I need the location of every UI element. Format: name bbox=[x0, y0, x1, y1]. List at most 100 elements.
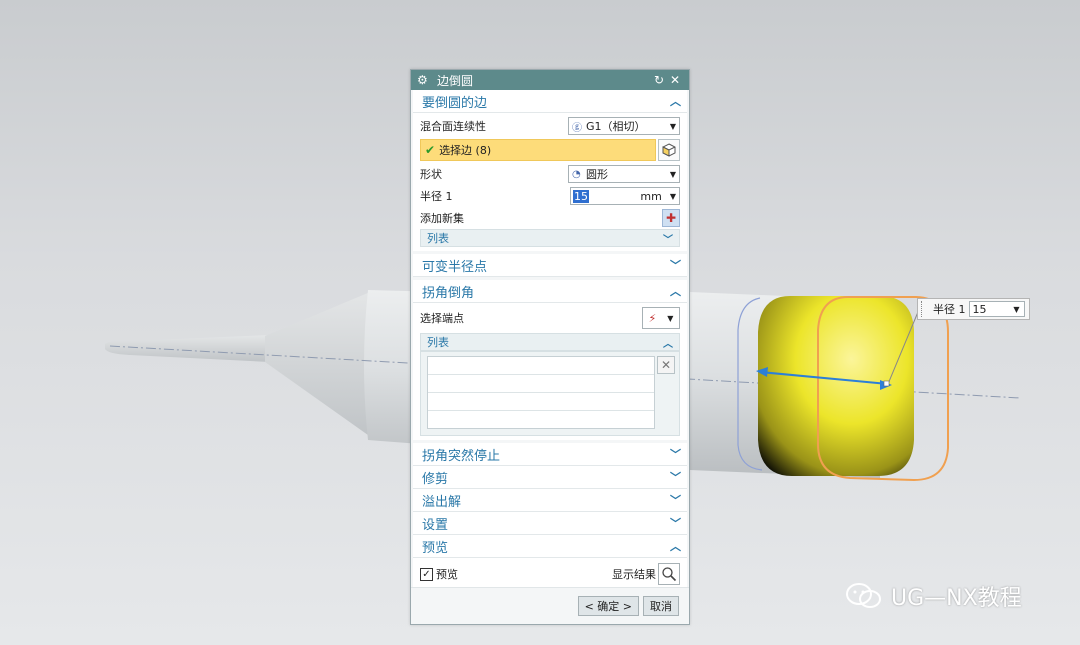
delete-button[interactable]: ✕ bbox=[657, 356, 675, 374]
add-plus-icon: ✚ bbox=[665, 211, 677, 225]
drag-grip-icon[interactable] bbox=[921, 301, 925, 317]
shape-select[interactable]: ◔ 圆形 ▼ bbox=[568, 165, 680, 183]
check-icon: ✔ bbox=[425, 143, 436, 157]
section-variable-radius-title: 可变半径点 bbox=[422, 259, 488, 275]
section-overflow-header[interactable]: 溢出解 ﹀ bbox=[413, 489, 687, 512]
radius-tag-value[interactable]: 15 bbox=[973, 303, 1014, 316]
section-corner-setback-header[interactable]: 拐角倒角 ︿ bbox=[413, 280, 687, 303]
radius-handle[interactable] bbox=[883, 380, 890, 387]
shape-row: 形状 ◔ 圆形 ▼ bbox=[420, 163, 680, 185]
chevron-up-icon[interactable]: ︿ bbox=[670, 93, 681, 109]
chevron-down-icon[interactable]: ▼ bbox=[1013, 305, 1023, 314]
radius-onscreen-input[interactable]: 半径 1 15 ▼ bbox=[917, 298, 1030, 320]
section-overflow-title: 溢出解 bbox=[422, 494, 462, 510]
radius-tag-label: 半径 1 bbox=[933, 303, 966, 316]
shape-label: 形状 bbox=[420, 168, 442, 181]
cone bbox=[265, 290, 375, 440]
preview-row: ✓ 预览 显示结果 bbox=[420, 561, 680, 587]
table-row[interactable] bbox=[428, 393, 654, 411]
ok-button[interactable]: < 确定 > bbox=[577, 596, 639, 616]
edge-selection-cube-button[interactable] bbox=[658, 139, 680, 161]
section-edges-header[interactable]: 要倒圆的边 ︿ bbox=[413, 90, 687, 113]
continuity-select[interactable]: ⓖ G1（相切） ▼ bbox=[568, 117, 680, 135]
section-edges-body: 混合面连续性 ⓖ G1（相切） ▼ ✔ 选择边 (8) 形状 ◔ 圆形 ▼ 半径… bbox=[413, 113, 687, 251]
section-trim-title: 修剪 bbox=[422, 471, 449, 487]
section-corner-stop-header[interactable]: 拐角突然停止 ﹀ bbox=[413, 443, 687, 466]
select-edge-label: 选择边 (8) bbox=[439, 144, 492, 157]
dialog-footer: < 确定 > 取消 bbox=[411, 587, 689, 624]
section-preview-header[interactable]: 预览 ︿ bbox=[413, 535, 687, 558]
surface-continuity-icon: ⓖ bbox=[572, 122, 582, 134]
chevron-down-icon[interactable]: ▼ bbox=[670, 192, 679, 201]
delete-x-icon: ✕ bbox=[660, 358, 672, 372]
section-variable-radius-header[interactable]: 可变半径点 ﹀ bbox=[413, 254, 687, 277]
chevron-up-icon[interactable]: ︿ bbox=[670, 283, 681, 299]
fillet-preview-body bbox=[758, 296, 914, 476]
dialog-titlebar[interactable]: ⚙ 边倒圆 ↻ ✕ bbox=[411, 70, 689, 90]
chevron-down-icon[interactable]: ﹀ bbox=[663, 231, 673, 246]
section-preview-title: 预览 bbox=[422, 540, 449, 556]
section-trim-header[interactable]: 修剪 ﹀ bbox=[413, 466, 687, 489]
section-corner-stop-title: 拐角突然停止 bbox=[422, 448, 501, 464]
chevron-down-icon[interactable]: ▼ bbox=[670, 122, 676, 131]
select-edge-row: ✔ 选择边 (8) bbox=[420, 138, 680, 162]
chevron-down-icon[interactable]: ﹀ bbox=[670, 515, 681, 531]
edge-blend-dialog: ⚙ 边倒圆 ↻ ✕ 要倒圆的边 ︿ 混合面连续性 ⓖ G1（相切） ▼ ✔ 选择… bbox=[410, 69, 690, 625]
select-vertex-label: 选择端点 bbox=[420, 312, 464, 325]
chevron-down-icon[interactable]: ▼ bbox=[667, 314, 673, 323]
reset-icon[interactable]: ↻ bbox=[651, 73, 667, 87]
radius-unit: mm bbox=[640, 189, 662, 203]
vertex-list-table[interactable] bbox=[427, 356, 655, 429]
wechat-logo-icon bbox=[846, 583, 881, 608]
vertex-list-label: 列表 bbox=[427, 336, 449, 349]
section-settings-title: 设置 bbox=[422, 517, 449, 533]
continuity-row: 混合面连续性 ⓖ G1（相切） ▼ bbox=[420, 115, 680, 137]
watermark: UG—NX教程 bbox=[845, 580, 1022, 612]
preview-checkbox-label: 预览 bbox=[436, 568, 458, 581]
chevron-up-icon[interactable]: ︿ bbox=[670, 538, 681, 554]
select-vertex-button[interactable]: ⚡ ▼ bbox=[642, 307, 680, 329]
chevron-down-icon[interactable]: ﹀ bbox=[670, 492, 681, 508]
edges-list-label: 列表 bbox=[427, 232, 449, 245]
continuity-value: G1（相切） bbox=[586, 120, 646, 133]
select-vertex-row: 选择端点 ⚡ ▼ bbox=[420, 305, 680, 331]
cancel-button[interactable]: 取消 bbox=[643, 596, 679, 616]
add-set-label: 添加新集 bbox=[420, 212, 464, 225]
continuity-label: 混合面连续性 bbox=[420, 120, 486, 133]
dialog-title: 边倒圆 bbox=[437, 73, 474, 88]
chevron-down-icon[interactable]: ▼ bbox=[670, 170, 676, 179]
edges-list-header[interactable]: 列表 ﹀ bbox=[420, 229, 680, 247]
chevron-down-icon[interactable]: ﹀ bbox=[670, 469, 681, 485]
table-row[interactable] bbox=[428, 357, 654, 375]
section-corner-setback-title: 拐角倒角 bbox=[422, 285, 475, 301]
show-result-label: 显示结果 bbox=[612, 568, 656, 581]
table-row[interactable] bbox=[428, 411, 654, 428]
section-corner-setback-body: 选择端点 ⚡ ▼ 列表 ︿ ✕ bbox=[413, 303, 687, 440]
radius-value[interactable]: 15 bbox=[573, 189, 589, 203]
select-edge-field[interactable]: ✔ 选择边 (8) bbox=[420, 139, 656, 161]
vertex-list-header[interactable]: 列表 ︿ bbox=[420, 333, 680, 351]
preview-checkbox[interactable]: ✓ bbox=[420, 567, 433, 581]
magnifier-icon bbox=[662, 567, 677, 582]
add-set-row: 添加新集 ✚ bbox=[420, 207, 680, 229]
watermark-text: UG—NX教程 bbox=[891, 586, 1022, 611]
vertex-list-box: ✕ bbox=[420, 351, 680, 436]
show-result-button[interactable] bbox=[658, 563, 680, 585]
cube-icon bbox=[662, 143, 676, 157]
chevron-up-icon[interactable]: ︿ bbox=[663, 335, 673, 350]
radius-tag-field[interactable]: 15 ▼ bbox=[968, 301, 1025, 317]
vertex-wand-icon: ⚡ bbox=[648, 311, 657, 325]
radius-input[interactable]: 15 mm ▼ bbox=[570, 187, 680, 205]
shape-value: 圆形 bbox=[586, 168, 608, 181]
needle-tip bbox=[105, 335, 270, 362]
gear-icon[interactable]: ⚙ bbox=[417, 73, 431, 87]
table-row[interactable] bbox=[428, 375, 654, 393]
add-new-set-button[interactable]: ✚ bbox=[662, 209, 680, 227]
section-edges-title: 要倒圆的边 bbox=[422, 95, 488, 111]
radius-row: 半径 1 15 mm ▼ bbox=[420, 185, 680, 207]
section-settings-header[interactable]: 设置 ﹀ bbox=[413, 512, 687, 535]
close-icon[interactable]: ✕ bbox=[667, 73, 683, 87]
chevron-down-icon[interactable]: ﹀ bbox=[670, 257, 681, 273]
radius-label: 半径 1 bbox=[420, 190, 453, 203]
chevron-down-icon[interactable]: ﹀ bbox=[670, 446, 681, 462]
